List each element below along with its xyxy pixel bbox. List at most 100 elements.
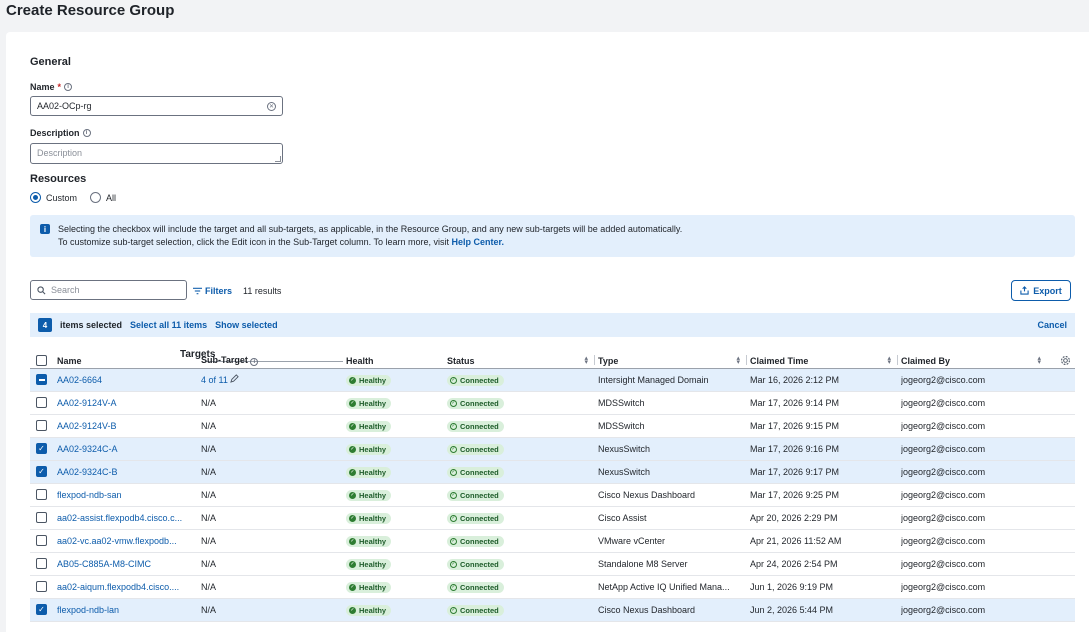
export-button[interactable]: Export	[1011, 280, 1071, 301]
target-name-link[interactable]: AA02-6664	[57, 375, 102, 385]
row-checkbox[interactable]	[36, 374, 47, 386]
table-row[interactable]: ✓ AA02-9324C-A N/A ✓ Healthy ✓ Connected NexusS…	[30, 437, 1075, 461]
header-claimed-by[interactable]: Claimed By ▴ ▾	[901, 350, 1075, 369]
header-name-label: Name	[57, 355, 82, 366]
check-circle-outline-icon: ✓	[450, 399, 457, 407]
help-center-link[interactable]: Help Center.	[452, 237, 505, 247]
target-name-link[interactable]: flexpod-ndb-san	[57, 490, 122, 500]
select-all-checkbox[interactable]	[36, 354, 47, 366]
clear-icon[interactable]: ✕	[267, 101, 276, 111]
row-checkbox[interactable]	[36, 558, 47, 570]
table-row[interactable]: AA02-9124V-A N/A ✓ Healthy ✓ Connected MDSSwit…	[30, 391, 1075, 415]
cell-health: ✓ Healthy	[346, 552, 447, 576]
row-checkbox[interactable]: ✓	[36, 466, 47, 478]
target-name-link[interactable]: AA02-9124V-B	[57, 421, 117, 431]
cancel-selection-link[interactable]: Cancel	[1037, 320, 1067, 330]
row-checkbox[interactable]: ✓	[36, 604, 47, 616]
cell-health: ✓ Healthy	[346, 575, 447, 599]
target-name-link[interactable]: aa02-vc.aa02-vmw.flexpodb...	[57, 536, 177, 546]
check-circle-icon: ✓	[349, 537, 356, 545]
header-health[interactable]: Health	[346, 350, 447, 369]
radio-custom-label[interactable]: Custom	[46, 193, 77, 203]
info-banner-line2-text: To customize sub-target selection, click…	[58, 237, 452, 247]
table-row[interactable]: ✓ AA02-9324C-B N/A ✓ Healthy ✓ Connected NexusS…	[30, 460, 1075, 484]
row-checkbox-cell: ✓	[30, 460, 57, 484]
table-row[interactable]: aa02-vc.aa02-vmw.flexpodb... N/A ✓ Healthy ✓…	[30, 529, 1075, 553]
info-icon[interactable]: i	[64, 83, 73, 91]
general-section-title: General	[30, 56, 71, 68]
cell-subtarget: N/A	[201, 391, 346, 415]
header-subtarget[interactable]: Sub-Target i	[201, 350, 346, 369]
table-row[interactable]: AA02-9124V-B N/A ✓ Healthy ✓ Connected MDSSwit…	[30, 414, 1075, 438]
row-checkbox-cell: ✓	[30, 598, 57, 622]
resize-handle-icon[interactable]	[275, 156, 281, 162]
table-row[interactable]: aa02-aiqum.flexpodb4.cisco.... N/A ✓ Health…	[30, 575, 1075, 599]
radio-all[interactable]	[90, 192, 102, 203]
header-name[interactable]: Name	[57, 350, 201, 369]
status-badge: ✓ Connected	[447, 420, 504, 432]
sort-icon[interactable]: ▴ ▾	[584, 355, 588, 366]
header-type[interactable]: Type ▴ ▾	[598, 350, 750, 369]
info-icon[interactable]: i	[250, 357, 259, 366]
cell-claimed-time: Apr 21, 2026 11:52 AM	[750, 529, 901, 553]
search-input[interactable]: Search	[30, 280, 187, 300]
row-checkbox[interactable]	[36, 512, 47, 524]
radio-custom[interactable]	[30, 192, 41, 203]
sort-icon[interactable]: ▴ ▾	[736, 355, 740, 366]
cell-type: NetApp Active IQ Unified Mana...	[598, 575, 750, 599]
cell-claimed-by: jogeorg2@cisco.com	[901, 552, 1075, 576]
required-marker: *	[57, 82, 62, 92]
filters-button[interactable]: Filters	[193, 286, 232, 296]
select-all-link[interactable]: Select all 11 items	[130, 320, 207, 330]
table-row[interactable]: ✓ flexpod-ndb-lan N/A ✓ Healthy ✓ Connected Cis…	[30, 598, 1075, 622]
target-name-link[interactable]: aa02-aiqum.flexpodb4.cisco....	[57, 582, 179, 592]
description-textarea[interactable]: Description	[30, 143, 283, 164]
row-checkbox[interactable]	[36, 581, 47, 593]
row-checkbox[interactable]	[36, 489, 47, 501]
check-circle-icon: ✓	[349, 422, 356, 430]
header-status[interactable]: Status ▴ ▾	[447, 350, 598, 369]
gear-icon[interactable]	[1060, 355, 1071, 366]
cell-status: ✓ Connected	[447, 460, 598, 484]
table-row[interactable]: flexpod-ndb-san N/A ✓ Healthy ✓ Connected Cisc…	[30, 483, 1075, 507]
target-name-link[interactable]: flexpod-ndb-lan	[57, 605, 119, 615]
search-icon	[37, 285, 46, 294]
cell-type: MDSSwitch	[598, 414, 750, 438]
table-row[interactable]: AB05-C885A-M8-CIMC N/A ✓ Healthy ✓ Connected S…	[30, 552, 1075, 576]
target-name-link[interactable]: AA02-9124V-A	[57, 398, 117, 408]
cell-subtarget: N/A	[201, 506, 346, 530]
table-row[interactable]: aa02-assist.flexpodb4.cisco.c... N/A ✓ Heal…	[30, 506, 1075, 530]
show-selected-link[interactable]: Show selected	[215, 320, 278, 330]
row-checkbox-cell: ✓	[30, 437, 57, 461]
row-checkbox[interactable]	[36, 397, 47, 409]
row-checkbox[interactable]: ✓	[36, 443, 47, 455]
table-row[interactable]: AA02-6664 4 of 11 ✓ Healthy ✓ Connected Inter…	[30, 368, 1075, 392]
row-checkbox[interactable]	[36, 420, 47, 432]
cell-subtarget: N/A	[201, 460, 346, 484]
targets-table-wrapper: Name Sub-Target i Health Status ▴ ▾ Type ▴ ▾…	[30, 350, 1075, 622]
subtarget-value: N/A	[201, 443, 217, 454]
row-checkbox[interactable]	[36, 535, 47, 547]
check-circle-icon: ✓	[349, 583, 356, 591]
name-input[interactable]: AA02-OCp-rg ✕	[30, 96, 283, 116]
sort-icon[interactable]: ▴ ▾	[887, 355, 891, 366]
name-label: Name * i	[30, 82, 73, 92]
sort-icon[interactable]: ▴ ▾	[1037, 355, 1041, 366]
filters-label[interactable]: Filters	[205, 286, 232, 296]
radio-all-label[interactable]: All	[106, 193, 116, 203]
cell-subtarget: N/A	[201, 414, 346, 438]
target-name-link[interactable]: AA02-9324C-B	[57, 467, 118, 477]
header-claimed-time[interactable]: Claimed Time ▴ ▾	[750, 350, 901, 369]
edit-pencil-icon[interactable]	[230, 374, 240, 383]
header-subtarget-label: Sub-Target	[201, 354, 248, 365]
info-icon[interactable]: i	[82, 129, 91, 137]
target-name-link[interactable]: AA02-9324C-A	[57, 444, 118, 454]
page-title: Create Resource Group	[6, 2, 175, 19]
cell-status: ✓ Connected	[447, 483, 598, 507]
cell-type: Cisco Nexus Dashboard	[598, 483, 750, 507]
target-name-link[interactable]: aa02-assist.flexpodb4.cisco.c...	[57, 513, 182, 523]
row-checkbox-cell	[30, 391, 57, 415]
cell-health: ✓ Healthy	[346, 437, 447, 461]
subtarget-value[interactable]: 4 of 11	[201, 375, 228, 385]
target-name-link[interactable]: AB05-C885A-M8-CIMC	[57, 559, 151, 569]
